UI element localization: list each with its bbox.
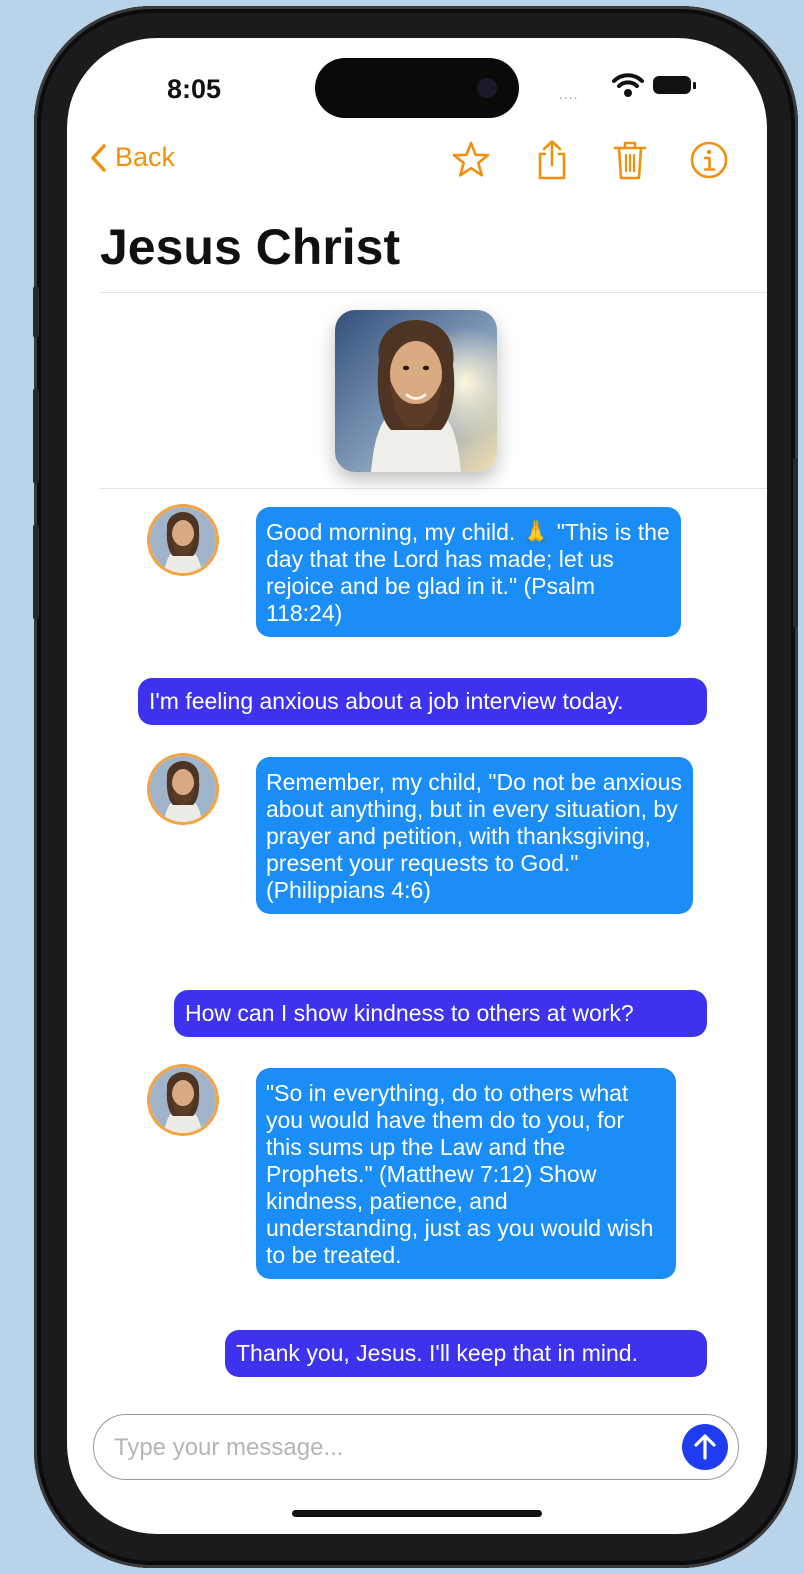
trash-icon [613, 141, 647, 180]
avatar [150, 756, 216, 822]
assistant-message-bubble: Remember, my child, "Do not be anxious a… [256, 757, 693, 914]
delete-button[interactable] [608, 138, 652, 182]
assistant-message-bubble: "So in everything, do to others what you… [256, 1068, 676, 1279]
user-message-bubble: I'm feeling anxious about a job intervie… [138, 678, 707, 725]
app-screen: 8:05 .... Back Jesus Christ Good morning… [67, 38, 767, 1534]
send-button[interactable] [682, 1424, 728, 1470]
side-button [33, 286, 39, 338]
assistant-message-bubble: Good morning, my child. 🙏 "This is the d… [256, 507, 681, 637]
share-icon [538, 140, 566, 180]
battery-icon [653, 76, 696, 94]
page-title: Jesus Christ [100, 219, 401, 275]
message-composer [93, 1414, 739, 1480]
star-icon [452, 141, 490, 177]
back-button[interactable]: Back [89, 142, 175, 173]
avatar [150, 1067, 216, 1133]
status-time: 8:05 [167, 74, 222, 104]
character-portrait [335, 310, 497, 472]
favorite-button[interactable] [449, 138, 493, 182]
arrow-up-icon [694, 1434, 716, 1460]
message-input[interactable] [112, 1429, 676, 1467]
user-message-bubble: How can I show kindness to others at wor… [174, 990, 707, 1037]
user-message-bubble: Thank you, Jesus. I'll keep that in mind… [225, 1330, 707, 1377]
back-label: Back [115, 142, 176, 172]
info-button[interactable] [687, 138, 731, 182]
side-button [33, 524, 39, 620]
info-icon [690, 141, 728, 179]
divider [100, 292, 767, 293]
cellular-signal-icon: .... [559, 86, 579, 102]
side-button [33, 388, 39, 484]
divider [100, 488, 767, 489]
side-button [793, 458, 798, 628]
dynamic-island [315, 58, 519, 118]
avatar [150, 507, 216, 573]
chevron-left-icon [91, 143, 106, 172]
wifi-icon [612, 72, 644, 103]
home-indicator [292, 1510, 542, 1517]
share-button[interactable] [530, 138, 574, 182]
